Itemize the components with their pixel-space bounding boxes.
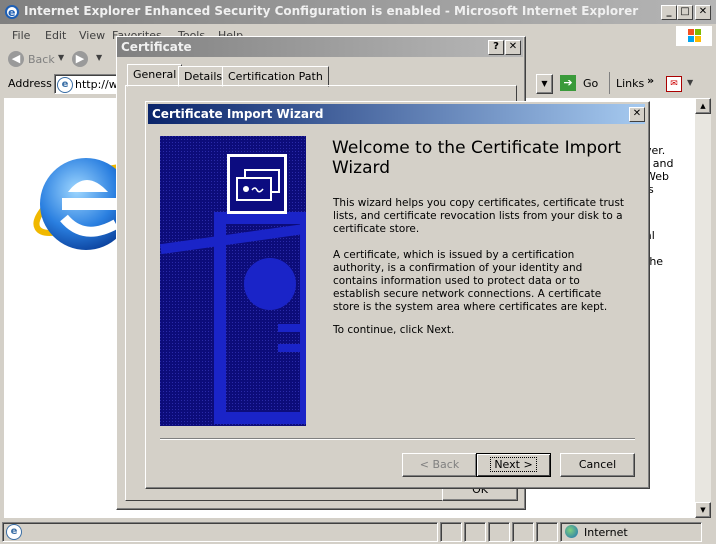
status-pane bbox=[464, 522, 486, 542]
close-button[interactable]: ✕ bbox=[695, 5, 711, 20]
wizard-description-paragraph: A certificate, which is issued by a cert… bbox=[333, 249, 608, 313]
wizard-close-button[interactable]: ✕ bbox=[629, 107, 645, 122]
wizard-title: Certificate Import Wizard bbox=[152, 107, 324, 121]
menu-edit[interactable]: Edit bbox=[45, 29, 66, 42]
certificate-close-button[interactable]: ✕ bbox=[505, 40, 521, 55]
wizard-banner-image bbox=[160, 136, 306, 426]
wizard-heading: Welcome to the Certificate Import Wizard bbox=[332, 138, 622, 178]
address-input[interactable]: e http://w bbox=[54, 74, 120, 94]
page-icon: e bbox=[57, 77, 73, 93]
wizard-title-bar[interactable]: Certificate Import Wizard ✕ bbox=[148, 104, 645, 124]
security-zone-pane bbox=[560, 522, 702, 542]
wizard-back-button[interactable]: < Back bbox=[402, 453, 477, 477]
wizard-cancel-button[interactable]: Cancel bbox=[560, 453, 635, 477]
go-arrow-icon[interactable]: ➔ bbox=[560, 75, 576, 91]
links-dropdown-icon[interactable]: ▼ bbox=[687, 78, 693, 87]
back-arrow-icon[interactable]: ◀ bbox=[8, 51, 24, 67]
ie-title-bar[interactable]: e Internet Explorer Enhanced Security Co… bbox=[0, 0, 716, 24]
status-pane bbox=[488, 522, 510, 542]
back-dropdown-icon[interactable]: ▼ bbox=[58, 53, 64, 62]
svg-text:e: e bbox=[8, 6, 15, 19]
toolbar-divider bbox=[609, 72, 610, 94]
certificate-icon bbox=[227, 154, 287, 214]
certificate-import-wizard: Certificate Import Wizard ✕ Welcome to t… bbox=[145, 101, 650, 489]
menu-view[interactable]: View bbox=[79, 29, 105, 42]
certificate-title: Certificate bbox=[121, 40, 192, 54]
back-button-label[interactable]: Back bbox=[28, 53, 55, 66]
security-zone-label: Internet bbox=[584, 526, 628, 539]
menu-file[interactable]: File bbox=[12, 29, 30, 42]
scroll-down-icon[interactable]: ▼ bbox=[695, 502, 711, 518]
go-button[interactable]: Go bbox=[583, 77, 598, 90]
tab-certification-path[interactable]: Certification Path bbox=[222, 66, 329, 87]
wizard-next-label: Next > bbox=[490, 457, 537, 472]
ie-window-title: Internet Explorer Enhanced Security Conf… bbox=[24, 4, 639, 18]
ie-logo-icon: e bbox=[4, 4, 20, 20]
windows-flag-icon bbox=[676, 26, 712, 46]
address-dropdown-icon[interactable]: ▼ bbox=[536, 74, 553, 94]
address-label: Address bbox=[8, 77, 52, 90]
certificate-title-bar[interactable]: Certificate ? ✕ bbox=[117, 37, 523, 57]
status-bar: e Internet bbox=[0, 520, 716, 544]
address-value: http://w bbox=[75, 78, 118, 91]
status-pane bbox=[536, 522, 558, 542]
wizard-next-button[interactable]: Next > bbox=[476, 453, 551, 477]
wizard-divider bbox=[160, 438, 635, 440]
help-button[interactable]: ? bbox=[488, 40, 504, 55]
globe-icon bbox=[565, 525, 578, 538]
print-icon[interactable]: ✉ bbox=[666, 76, 682, 92]
minimize-button[interactable]: _ bbox=[661, 5, 677, 20]
wizard-continue-text: To continue, click Next. bbox=[333, 324, 455, 336]
forward-arrow-icon[interactable]: ▶ bbox=[72, 51, 88, 67]
tab-general[interactable]: General bbox=[127, 64, 183, 87]
chevron-icon[interactable]: » bbox=[647, 74, 654, 87]
maximize-button[interactable]: □ bbox=[677, 5, 693, 20]
wizard-intro-paragraph: This wizard helps you copy certificates,… bbox=[333, 197, 625, 235]
forward-dropdown-icon[interactable]: ▼ bbox=[96, 53, 102, 62]
scroll-up-icon[interactable]: ▲ bbox=[695, 98, 711, 114]
tab-details[interactable]: Details bbox=[178, 66, 229, 87]
vertical-scrollbar[interactable]: ▲ ▼ bbox=[695, 98, 711, 518]
status-pane bbox=[440, 522, 462, 542]
links-button[interactable]: Links bbox=[616, 77, 644, 90]
status-pane bbox=[512, 522, 534, 542]
status-text-pane bbox=[2, 522, 438, 542]
